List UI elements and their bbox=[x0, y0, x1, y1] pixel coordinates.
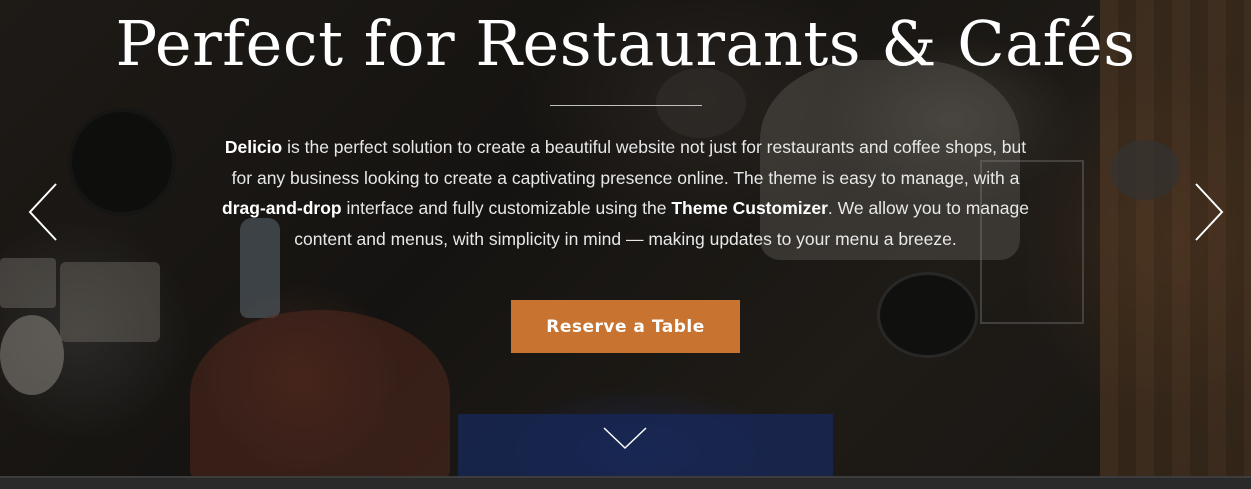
chevron-right-icon bbox=[1195, 183, 1224, 241]
description-text-1: is the perfect solution to create a beau… bbox=[231, 137, 1027, 188]
bottom-edge-bar bbox=[0, 476, 1251, 489]
reserve-table-button[interactable]: Reserve a Table bbox=[511, 300, 740, 353]
chevron-left-icon bbox=[28, 183, 57, 241]
hero-title: Perfect for Restaurants & Cafés bbox=[115, 7, 1136, 80]
hero-section: Perfect for Restaurants & Cafés Delicio … bbox=[0, 0, 1251, 476]
title-divider bbox=[549, 105, 702, 106]
description-bold-drag-drop: drag-and-drop bbox=[222, 198, 342, 218]
slider-next-button[interactable] bbox=[1188, 182, 1228, 242]
hero-description: Delicio is the perfect solution to creat… bbox=[216, 132, 1036, 254]
hero-content: Perfect for Restaurants & Cafés Delicio … bbox=[0, 0, 1251, 353]
description-bold-theme-customizer: Theme Customizer bbox=[671, 198, 828, 218]
scroll-down-button[interactable] bbox=[602, 426, 648, 452]
brand-name: Delicio bbox=[224, 137, 283, 157]
description-text-2: interface and fully customizable using t… bbox=[341, 198, 672, 218]
chevron-down-icon bbox=[603, 427, 647, 450]
slider-prev-button[interactable] bbox=[24, 182, 64, 242]
